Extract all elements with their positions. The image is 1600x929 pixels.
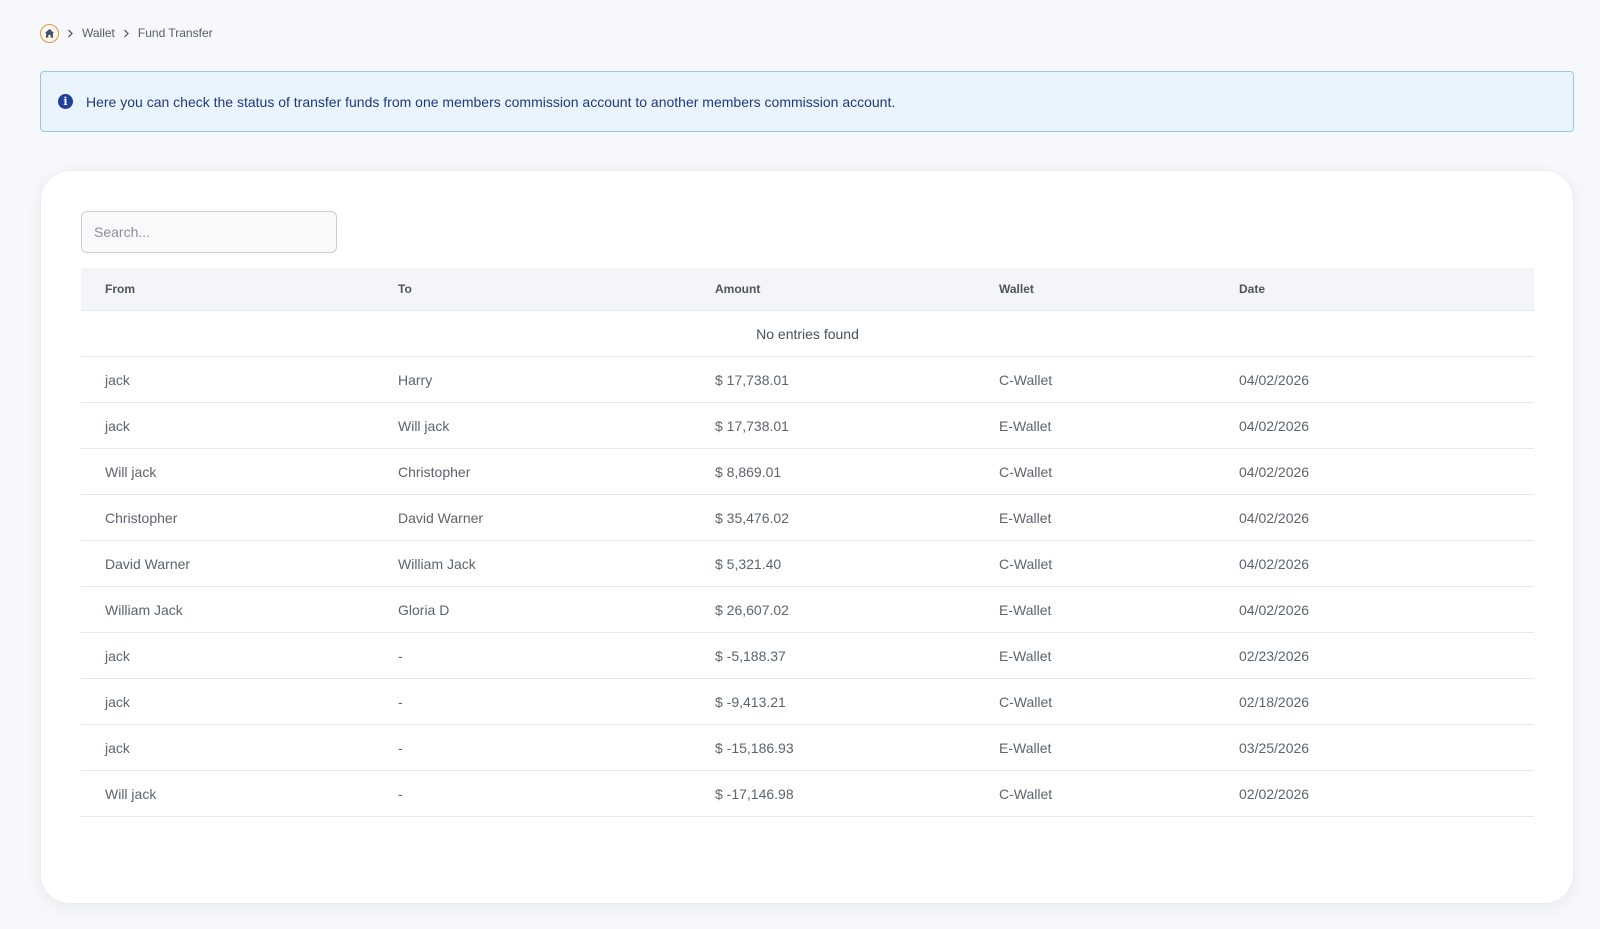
cell-to: - (398, 647, 403, 664)
column-header-date[interactable]: Date (1239, 282, 1534, 296)
breadcrumb: Wallet Fund Transfer (40, 22, 213, 44)
cell-to: - (398, 785, 403, 802)
cell-amount: $ -5,188.37 (715, 647, 786, 664)
info-alert-text: Here you can check the status of transfe… (86, 93, 896, 110)
cell-to: - (398, 693, 403, 710)
breadcrumb-item-fund-transfer: Fund Transfer (137, 26, 213, 40)
cell-wallet: E-Wallet (999, 739, 1052, 756)
empty-state-row: No entries found (81, 311, 1534, 357)
cell-date: 04/02/2026 (1239, 417, 1310, 434)
cell-wallet: C-Wallet (999, 555, 1053, 572)
cell-to: Christopher (398, 463, 471, 480)
cell-date: 04/02/2026 (1239, 463, 1310, 480)
table-row[interactable]: David Warner William Jack $ 5,321.40 C-W… (81, 541, 1534, 587)
cell-amount: $ 5,321.40 (715, 555, 782, 572)
cell-amount: $ 17,738.01 (715, 371, 789, 388)
home-icon[interactable] (40, 23, 59, 43)
info-icon: i (58, 94, 73, 109)
cell-date: 04/02/2026 (1239, 601, 1310, 618)
table-row[interactable]: Will jack - $ -17,146.98 C-Wallet 02/02/… (81, 771, 1534, 817)
fund-transfer-page: Wallet Fund Transfer i Here you can chec… (0, 0, 1600, 929)
cell-from: Christopher (105, 509, 178, 526)
table-row[interactable]: jack Will jack $ 17,738.01 E-Wallet 04/0… (81, 403, 1534, 449)
cell-wallet: E-Wallet (999, 417, 1052, 434)
cell-to: William Jack (398, 555, 476, 572)
cell-from: David Warner (105, 555, 191, 572)
cell-wallet: C-Wallet (999, 693, 1053, 710)
cell-amount: $ -15,186.93 (715, 739, 794, 756)
cell-from: jack (105, 371, 130, 388)
cell-date: 02/18/2026 (1239, 693, 1310, 710)
cell-amount: $ 35,476.02 (715, 509, 789, 526)
cell-to: Will jack (398, 417, 450, 434)
cell-date: 02/02/2026 (1239, 785, 1310, 802)
column-header-amount[interactable]: Amount (715, 282, 999, 296)
table-body: jack Harry $ 17,738.01 C-Wallet 04/02/20… (81, 357, 1534, 817)
cell-amount: $ 17,738.01 (715, 417, 789, 434)
cell-date: 02/23/2026 (1239, 647, 1310, 664)
info-alert: i Here you can check the status of trans… (40, 71, 1574, 132)
cell-date: 04/02/2026 (1239, 555, 1310, 572)
cell-wallet: E-Wallet (999, 509, 1052, 526)
empty-state-message: No entries found (756, 325, 859, 342)
cell-from: jack (105, 739, 130, 756)
chevron-right-icon (67, 29, 74, 38)
table-row[interactable]: jack - $ -5,188.37 E-Wallet 02/23/2026 (81, 633, 1534, 679)
cell-from: Will jack (105, 785, 157, 802)
cell-to: David Warner (398, 509, 484, 526)
cell-amount: $ 26,607.02 (715, 601, 789, 618)
cell-wallet: E-Wallet (999, 601, 1052, 618)
chevron-right-icon (123, 29, 130, 38)
cell-amount: $ -9,413.21 (715, 693, 786, 710)
column-header-from[interactable]: From (81, 282, 398, 296)
table-row[interactable]: jack Harry $ 17,738.01 C-Wallet 04/02/20… (81, 357, 1534, 403)
cell-from: William Jack (105, 601, 183, 618)
table-header: From To Amount Wallet Date (81, 268, 1534, 311)
table-row[interactable]: jack - $ -9,413.21 C-Wallet 02/18/2026 (81, 679, 1534, 725)
cell-to: - (398, 739, 403, 756)
table-row[interactable]: William Jack Gloria D $ 26,607.02 E-Wall… (81, 587, 1534, 633)
cell-date: 03/25/2026 (1239, 739, 1310, 756)
cell-to: Gloria D (398, 601, 450, 618)
cell-to: Harry (398, 371, 433, 388)
cell-wallet: C-Wallet (999, 785, 1053, 802)
transfer-table-card: From To Amount Wallet Date No entries fo… (40, 170, 1574, 904)
cell-amount: $ -17,146.98 (715, 785, 794, 802)
table-row[interactable]: jack - $ -15,186.93 E-Wallet 03/25/2026 (81, 725, 1534, 771)
transfer-table: From To Amount Wallet Date No entries fo… (81, 268, 1534, 817)
cell-from: jack (105, 417, 130, 434)
table-row[interactable]: Will jack Christopher $ 8,869.01 C-Walle… (81, 449, 1534, 495)
cell-wallet: C-Wallet (999, 371, 1053, 388)
cell-from: jack (105, 647, 130, 664)
cell-date: 04/02/2026 (1239, 371, 1310, 388)
cell-amount: $ 8,869.01 (715, 463, 782, 480)
column-header-to[interactable]: To (398, 282, 715, 296)
column-header-wallet[interactable]: Wallet (999, 282, 1239, 296)
search-input[interactable] (81, 211, 337, 253)
cell-from: Will jack (105, 463, 157, 480)
cell-wallet: E-Wallet (999, 647, 1052, 664)
cell-date: 04/02/2026 (1239, 509, 1310, 526)
cell-wallet: C-Wallet (999, 463, 1053, 480)
breadcrumb-item-wallet[interactable]: Wallet (82, 26, 115, 40)
cell-from: jack (105, 693, 130, 710)
table-row[interactable]: Christopher David Warner $ 35,476.02 E-W… (81, 495, 1534, 541)
